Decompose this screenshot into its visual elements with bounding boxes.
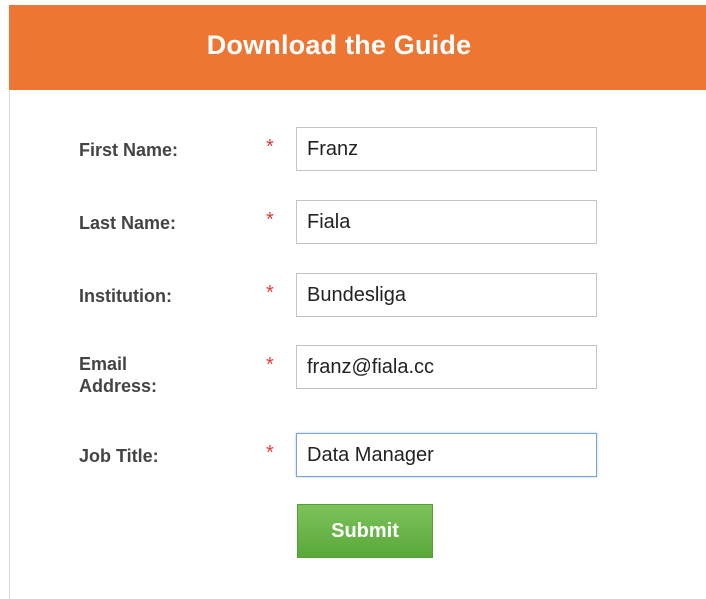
first-name-label: First Name:	[79, 140, 179, 160]
last-name-input[interactable]	[296, 200, 597, 244]
required-asterisk: *	[266, 282, 274, 304]
last-name-row: Last Name: *	[0, 200, 706, 244]
form-title: Download the Guide	[206, 30, 472, 60]
email-row: Email Address: *	[0, 345, 706, 396]
email-address-label: Email Address:	[79, 354, 158, 396]
required-asterisk: *	[266, 442, 274, 464]
download-guide-form-page: Download the Guide First Name: * Last Na…	[0, 0, 706, 599]
required-asterisk: *	[266, 209, 274, 231]
form-header: Download the Guide	[9, 5, 706, 90]
required-asterisk: *	[266, 136, 274, 158]
job-title-input[interactable]	[296, 433, 597, 477]
first-name-input[interactable]	[296, 127, 597, 171]
email-address-input[interactable]	[296, 345, 597, 389]
institution-input[interactable]	[296, 273, 597, 317]
institution-row: Institution: *	[0, 273, 706, 317]
job-title-row: Job Title: *	[0, 433, 706, 477]
institution-label: Institution:	[79, 286, 172, 306]
first-name-row: First Name: *	[0, 127, 706, 171]
required-asterisk: *	[266, 354, 274, 376]
job-title-label: Job Title:	[79, 446, 159, 466]
last-name-label: Last Name:	[79, 213, 177, 233]
submit-button[interactable]: Submit	[297, 504, 433, 558]
